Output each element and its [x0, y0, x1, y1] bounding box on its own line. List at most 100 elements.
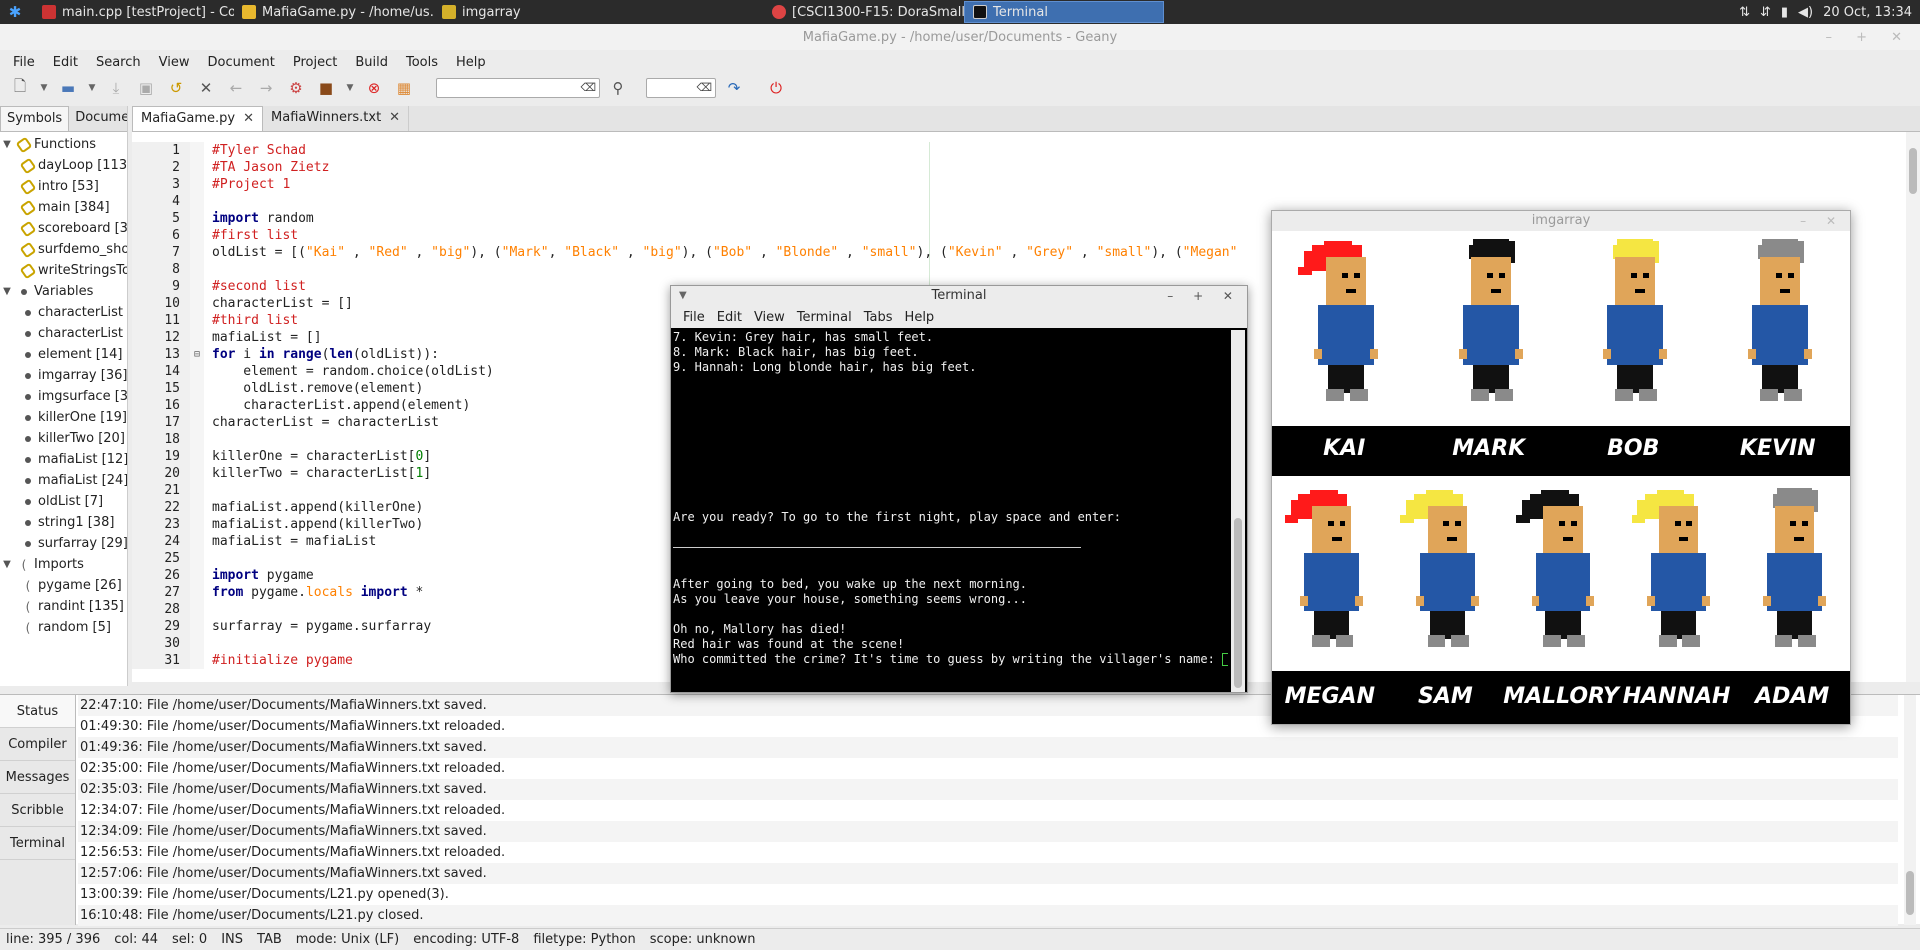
app-menu-icon[interactable]: ✱ [4, 1, 26, 23]
color-chooser-icon[interactable]: ▦ [392, 77, 416, 99]
open-folder-icon[interactable]: ▬ [56, 77, 80, 99]
volume-icon[interactable]: ◀) [1798, 5, 1813, 20]
menu-file[interactable]: File [677, 310, 711, 325]
stop-icon[interactable]: ⊗ [362, 77, 386, 99]
terminal-titlebar[interactable]: ▼ Terminal – + ✕ [671, 286, 1247, 306]
imgarray-window[interactable]: imgarray – ✕ KAI MARK BOB KEVIN MEGAN SAM MALL… [1271, 210, 1851, 725]
save-icon[interactable]: ⤓ [104, 77, 128, 99]
terminal-scrollbar[interactable] [1231, 330, 1245, 692]
tree-item[interactable]: killerOne [19] [0, 407, 127, 428]
menu-document[interactable]: Document [198, 55, 283, 70]
new-file-icon[interactable]: 🗋 [8, 77, 32, 99]
tab-status[interactable]: Status [0, 695, 75, 728]
editor-scrollbar[interactable] [1906, 132, 1920, 682]
clear-icon[interactable]: ⌫ [580, 81, 596, 94]
terminal-output[interactable]: 7. Kevin: Grey hair, has small feet. 8. M… [673, 330, 1228, 690]
tree-item[interactable]: imgarray [36] [0, 365, 127, 386]
code-line[interactable]: 8 [132, 261, 1237, 278]
network-icon[interactable]: ⇵ [1760, 5, 1771, 20]
chevron-down-icon[interactable]: ▼ [86, 77, 98, 99]
tab-documents[interactable]: Documents [69, 106, 127, 131]
tree-item[interactable]: characterList [17 [0, 323, 127, 344]
tree-item[interactable]: imgsurface [34] [0, 386, 127, 407]
expander-icon[interactable]: ▼ [0, 134, 14, 155]
cloud-sync-icon[interactable]: ⇅ [1739, 5, 1750, 20]
save-all-icon[interactable]: ▣ [134, 77, 158, 99]
back-icon[interactable]: ← [224, 77, 248, 99]
menu-help[interactable]: Help [447, 55, 495, 70]
window-controls[interactable]: – + ✕ [1167, 286, 1241, 306]
tree-group-variables[interactable]: ▼ Variables [0, 281, 127, 302]
forward-icon[interactable]: → [254, 77, 278, 99]
tree-item[interactable]: mafiaList [24] [0, 470, 127, 491]
menu-edit[interactable]: Edit [44, 55, 87, 70]
menu-edit[interactable]: Edit [711, 310, 748, 325]
goto-line-input[interactable]: ⌫ [646, 78, 716, 98]
expander-icon[interactable]: ▼ [0, 554, 14, 575]
code-line[interactable]: 7 oldList = [("Kai" , "Red" , "big"), ("M… [132, 244, 1237, 261]
search-icon[interactable]: ⚲ [606, 77, 630, 99]
tree-item[interactable]: writeStringsToFil [0, 260, 127, 281]
tree-item[interactable]: surfdemo_show [0, 239, 127, 260]
tree-item[interactable]: intro [53] [0, 176, 127, 197]
scroll-thumb[interactable] [1909, 148, 1917, 194]
tree-group-functions[interactable]: ▼ Functions [0, 134, 127, 155]
quit-icon[interactable]: ⏻ [764, 77, 788, 99]
menu-view[interactable]: View [748, 310, 791, 325]
scroll-thumb[interactable] [1234, 518, 1242, 688]
menu-terminal[interactable]: Terminal [791, 310, 858, 325]
code-line[interactable]: 6 #first list [132, 227, 1237, 244]
terminal-window[interactable]: ▼ Terminal – + ✕ File Edit View Terminal T… [670, 285, 1248, 693]
menu-view[interactable]: View [150, 55, 199, 70]
task-imgarray[interactable]: imgarray [434, 1, 634, 23]
code-line[interactable]: 3 #Project 1 [132, 176, 1237, 193]
log-scrollbar[interactable] [1904, 695, 1916, 925]
tab-scribble[interactable]: Scribble [0, 794, 75, 827]
imgarray-titlebar[interactable]: imgarray – ✕ [1272, 211, 1850, 231]
tab-symbols[interactable]: Symbols [0, 106, 70, 131]
tree-item[interactable]: dayLoop [113] [0, 155, 127, 176]
code-line[interactable]: 5 import random [132, 210, 1237, 227]
menu-tabs[interactable]: Tabs [858, 310, 899, 325]
tree-item[interactable]: main [384] [0, 197, 127, 218]
close-icon[interactable]: ✕ [194, 77, 218, 99]
task-main-cpp[interactable]: main.cpp [testProject] - Co... [34, 1, 234, 23]
tree-item[interactable]: (pygame [26] [0, 575, 127, 596]
tree-item[interactable]: oldList [7] [0, 491, 127, 512]
task-browser[interactable]: [CSCI1300-F15: DoraSmall.... [764, 1, 964, 23]
tree-item[interactable]: (random [5] [0, 617, 127, 638]
battery-icon[interactable]: ▮ [1781, 5, 1788, 20]
menu-build[interactable]: Build [346, 55, 397, 70]
menu-tools[interactable]: Tools [397, 55, 447, 70]
chevron-down-icon[interactable]: ▼ [344, 77, 356, 99]
fold-margin[interactable]: ⊟ [190, 346, 204, 363]
tree-group-imports[interactable]: ▼ (Imports [0, 554, 127, 575]
close-tab-icon[interactable]: ✕ [243, 111, 254, 126]
task-terminal[interactable]: Terminal [964, 1, 1164, 23]
tab-compiler[interactable]: Compiler [0, 728, 75, 761]
tree-item[interactable]: element [14] [0, 344, 127, 365]
window-menu-icon[interactable]: ▼ [679, 286, 687, 306]
task-geany[interactable]: MafiaGame.py - /home/us... [234, 1, 434, 23]
clear-icon[interactable]: ⌫ [696, 81, 712, 94]
tree-item[interactable]: scoreboard [369] [0, 218, 127, 239]
window-controls[interactable]: – + ✕ [1825, 24, 1912, 52]
tree-item[interactable]: killerTwo [20] [0, 428, 127, 449]
menu-search[interactable]: Search [87, 55, 150, 70]
compile-icon[interactable]: ⚙ [284, 77, 308, 99]
scroll-thumb[interactable] [1906, 871, 1914, 915]
close-tab-icon[interactable]: ✕ [389, 110, 400, 125]
tab-messages[interactable]: Messages [0, 761, 75, 794]
menu-help[interactable]: Help [899, 310, 941, 325]
expander-icon[interactable]: ▼ [0, 281, 14, 302]
tree-item[interactable]: mafiaList [12] [0, 449, 127, 470]
clock[interactable]: 20 Oct, 13:34 [1823, 5, 1912, 20]
tab-mafiagame-py[interactable]: MafiaGame.py ✕ [132, 106, 264, 131]
build-icon[interactable]: ■ [314, 77, 338, 99]
tab-terminal[interactable]: Terminal [0, 827, 75, 860]
jump-icon[interactable]: ↷ [722, 77, 746, 99]
code-line[interactable]: 4 [132, 193, 1237, 210]
tree-item[interactable]: surfarray [29] [0, 533, 127, 554]
code-line[interactable]: 2 #TA Jason Zietz [132, 159, 1237, 176]
tab-mafiawinners-txt[interactable]: MafiaWinners.txt ✕ [263, 106, 410, 131]
